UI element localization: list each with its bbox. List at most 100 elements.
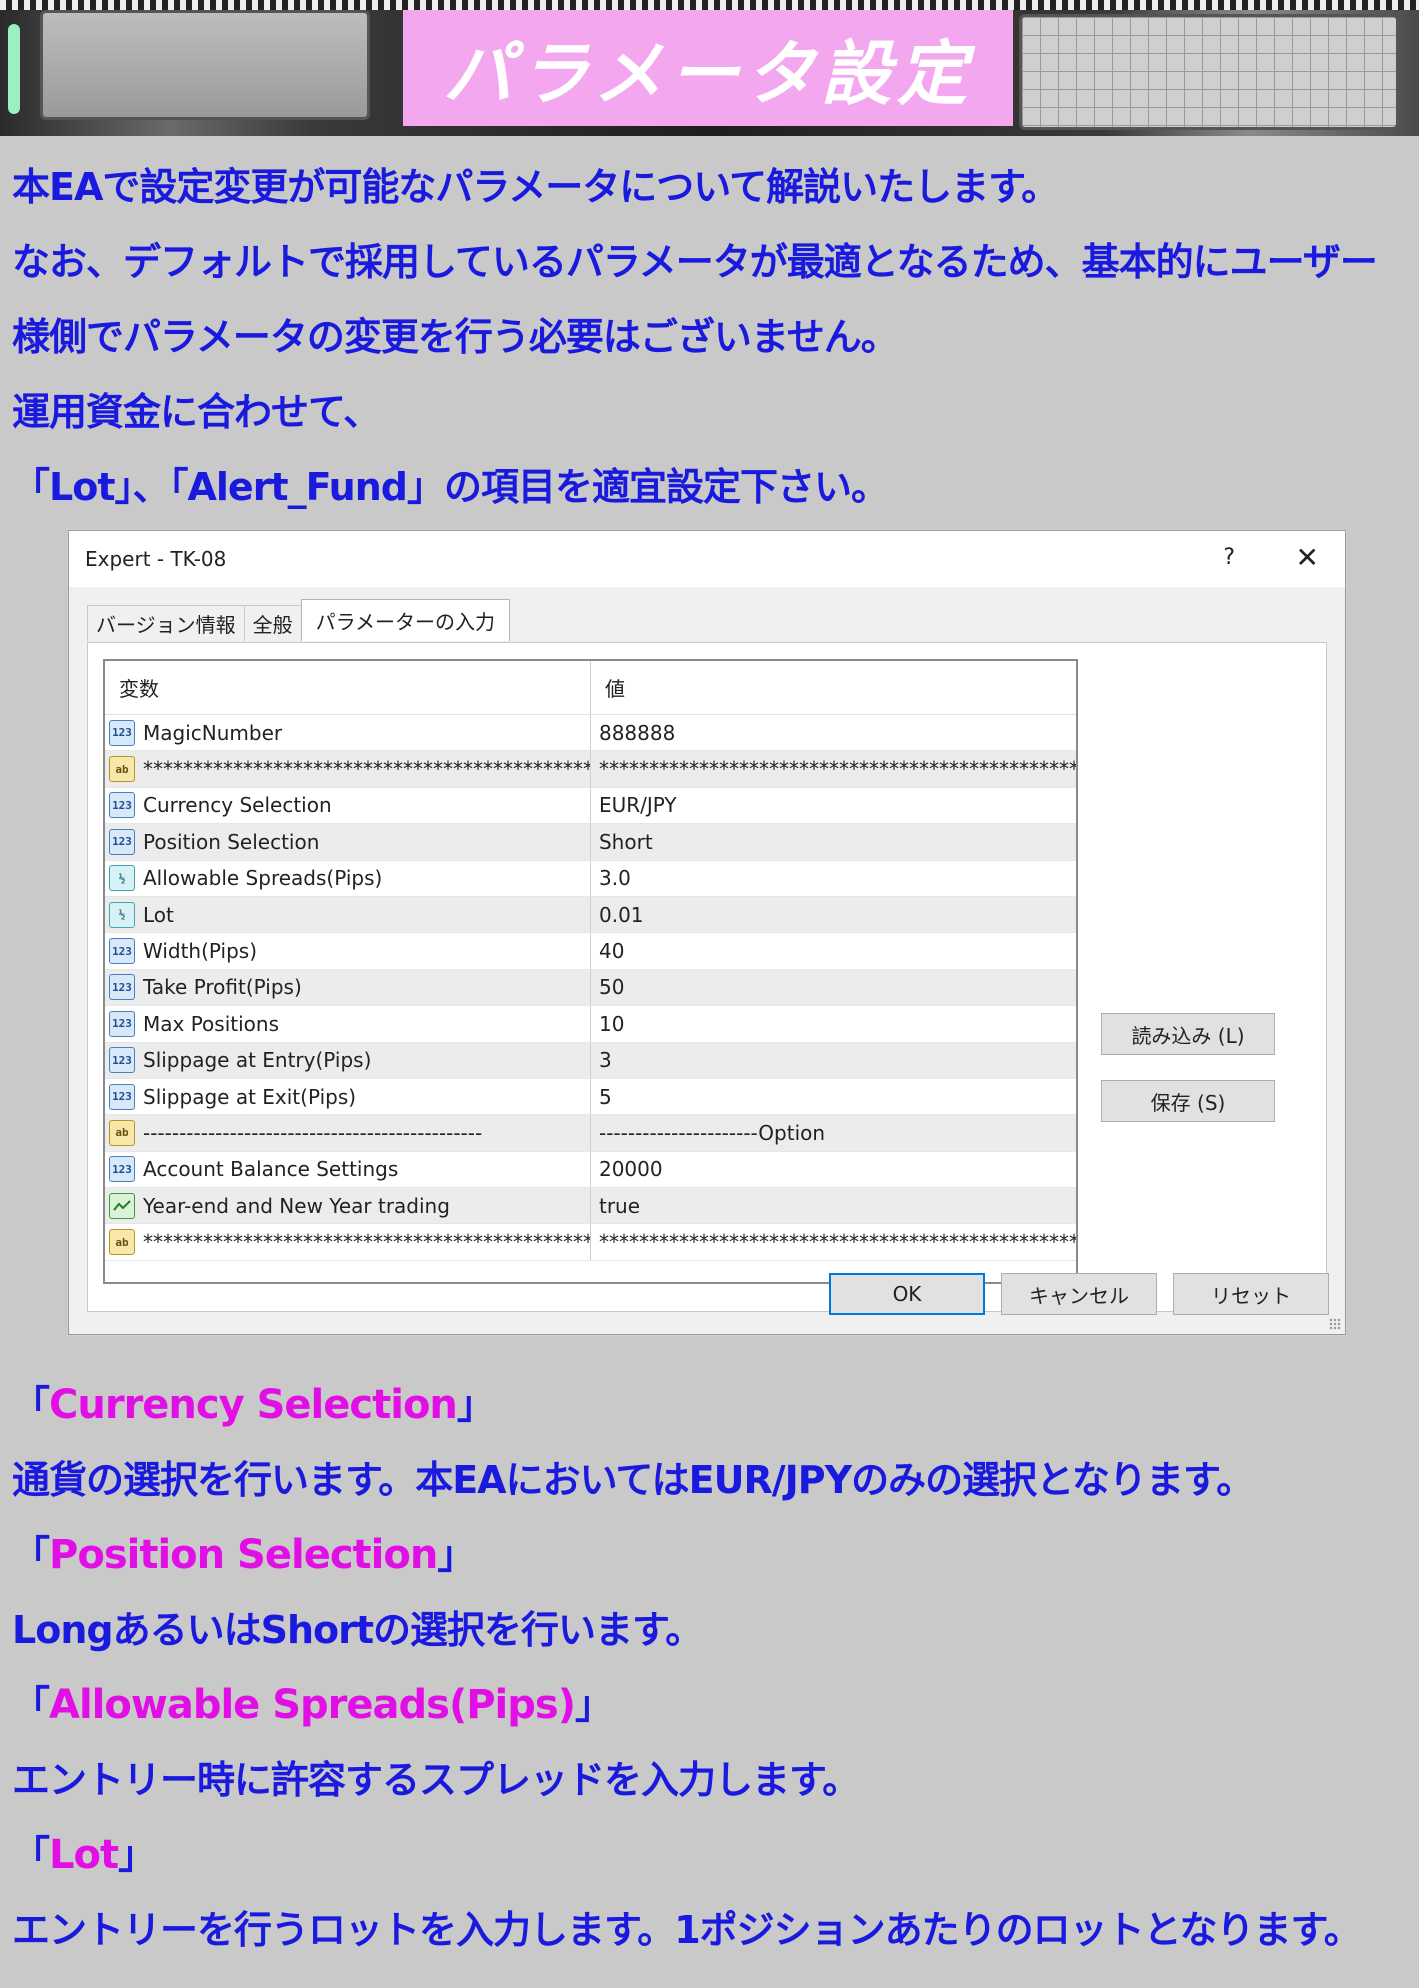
- tab-general[interactable]: 全般: [243, 605, 302, 641]
- help-icon[interactable]: ?: [1223, 545, 1235, 570]
- param-name: Max Positions: [143, 1011, 279, 1036]
- table-row[interactable]: 123 MagicNumber 888888: [105, 715, 1076, 752]
- double-type-icon: ½: [109, 901, 135, 928]
- integer-type-icon: 123: [109, 1010, 135, 1037]
- param-value-cell[interactable]: 3.0: [591, 861, 1076, 896]
- table-row[interactable]: ½ Lot 0.01: [105, 896, 1076, 934]
- param-value-cell[interactable]: 5: [591, 1079, 1076, 1114]
- tab-version-info[interactable]: バージョン情報: [87, 605, 245, 641]
- resize-grip-icon[interactable]: [1329, 1318, 1341, 1330]
- param-value-cell[interactable]: 3: [591, 1043, 1076, 1078]
- param-name-cell[interactable]: 123 Currency Selection: [105, 787, 591, 824]
- parameter-notes: 「Currency Selection」 通貨の選択を行います。本EAにおいては…: [12, 1368, 1412, 1968]
- param-name-cell[interactable]: Year-end and New Year trading: [105, 1188, 591, 1224]
- string-type-icon: ab: [109, 756, 135, 783]
- dialog-titlebar[interactable]: Expert - TK-08 ? ✕: [69, 531, 1345, 587]
- integer-type-icon: 123: [109, 1083, 135, 1110]
- param-name: ****************************************…: [143, 1230, 591, 1255]
- page-title: パラメータ設定: [403, 10, 1013, 126]
- integer-type-icon: 123: [109, 938, 135, 965]
- intro-line: 運用資金に合わせて、: [12, 390, 381, 434]
- param-value-cell[interactable]: ****************************************…: [591, 751, 1076, 786]
- param-name-cell[interactable]: 123 Max Positions: [105, 1006, 591, 1042]
- param-value-cell[interactable]: true: [591, 1188, 1076, 1223]
- param-name: Position Selection: [143, 829, 320, 854]
- table-row[interactable]: ab --------------------------------------…: [105, 1115, 1076, 1152]
- integer-type-icon: 123: [109, 828, 135, 855]
- column-header-value[interactable]: 値: [591, 661, 1076, 714]
- bool-type-icon: [109, 1192, 135, 1219]
- param-name-cell[interactable]: 123 Width(Pips): [105, 933, 591, 969]
- param-value-cell[interactable]: ----------------------Option: [591, 1115, 1076, 1150]
- note-body: エントリーを行うロットを入力します。1ポジションあたりのロットとなります。: [12, 1908, 1362, 1952]
- table-row[interactable]: 123 Position Selection Short: [105, 824, 1076, 861]
- table-row[interactable]: Year-end and New Year trading true: [105, 1188, 1076, 1225]
- table-row[interactable]: 123 Account Balance Settings 20000: [105, 1151, 1076, 1189]
- table-row[interactable]: 123 Take Profit(Pips) 50: [105, 969, 1076, 1007]
- expert-dialog: Expert - TK-08 ? ✕ バージョン情報 全般 パラメーターの入力 …: [68, 530, 1346, 1335]
- table-row[interactable]: ½ Allowable Spreads(Pips) 3.0: [105, 860, 1076, 897]
- intro-text: 本EAで設定変更が可能なパラメータについて解説いたします。 なお、デフォルトで採…: [12, 150, 1412, 525]
- integer-type-icon: 123: [109, 1156, 135, 1183]
- param-value-cell[interactable]: 40: [591, 933, 1076, 968]
- param-name: MagicNumber: [143, 720, 283, 745]
- param-name: Allowable Spreads(Pips): [143, 866, 383, 891]
- integer-type-icon: 123: [109, 719, 135, 746]
- param-value-cell[interactable]: 888888: [591, 715, 1076, 750]
- close-icon[interactable]: ✕: [1296, 541, 1319, 574]
- param-name-cell[interactable]: ½ Allowable Spreads(Pips): [105, 860, 591, 896]
- table-row[interactable]: ab **************************************…: [105, 751, 1076, 788]
- param-name: Account Balance Settings: [143, 1157, 399, 1182]
- param-name-cell[interactable]: ½ Lot: [105, 896, 591, 933]
- note-heading: 「Lot」: [12, 1832, 156, 1878]
- table-row[interactable]: 123 Max Positions 10: [105, 1006, 1076, 1043]
- param-name-cell[interactable]: ab **************************************…: [105, 1224, 591, 1260]
- table-row[interactable]: 123 Width(Pips) 40: [105, 933, 1076, 970]
- table-row[interactable]: 123 Slippage at Entry(Pips) 3: [105, 1042, 1076, 1079]
- param-value-cell[interactable]: ****************************************…: [591, 1224, 1076, 1259]
- string-type-icon: ab: [109, 1229, 135, 1256]
- string-type-icon: ab: [109, 1119, 135, 1146]
- param-name-cell[interactable]: 123 Slippage at Exit(Pips): [105, 1078, 591, 1115]
- param-value-cell[interactable]: 0.01: [591, 897, 1076, 932]
- dialog-tabs: バージョン情報 全般 パラメーターの入力: [87, 599, 511, 641]
- table-row[interactable]: 123 Slippage at Exit(Pips) 5: [105, 1078, 1076, 1116]
- tab-parameters[interactable]: パラメーターの入力: [300, 599, 511, 641]
- param-value-cell[interactable]: EUR/JPY: [591, 788, 1076, 823]
- load-button[interactable]: 読み込み (L): [1101, 1013, 1275, 1055]
- table-row[interactable]: 123 Currency Selection EUR/JPY: [105, 787, 1076, 825]
- table-row[interactable]: ab **************************************…: [105, 1224, 1076, 1261]
- cancel-button[interactable]: キャンセル: [1001, 1273, 1157, 1315]
- param-name: Slippage at Exit(Pips): [143, 1084, 357, 1109]
- param-name-cell[interactable]: 123 MagicNumber: [105, 715, 591, 751]
- intro-line: 本EAで設定変更が可能なパラメータについて解説いたします。: [12, 165, 1059, 209]
- header-banner: パラメータ設定: [0, 0, 1419, 136]
- ok-button[interactable]: OK: [829, 1273, 985, 1315]
- note-heading: 「Currency Selection」: [12, 1382, 495, 1428]
- param-value-cell[interactable]: 20000: [591, 1152, 1076, 1187]
- param-name-cell[interactable]: 123 Account Balance Settings: [105, 1151, 591, 1188]
- param-name: Slippage at Entry(Pips): [143, 1048, 372, 1073]
- param-name: Year-end and New Year trading: [143, 1193, 450, 1218]
- integer-type-icon: 123: [109, 974, 135, 1001]
- param-value-cell[interactable]: 50: [591, 970, 1076, 1005]
- intro-line: 「Lot」、「Alert_Fund」の項目を適宜設定下さい。: [12, 465, 889, 509]
- param-name-cell[interactable]: 123 Take Profit(Pips): [105, 969, 591, 1006]
- note-heading-text: Allowable Spreads(Pips): [49, 1682, 576, 1728]
- param-name-cell[interactable]: 123 Position Selection: [105, 824, 591, 860]
- reset-button[interactable]: リセット: [1173, 1273, 1329, 1315]
- note-heading: 「Allowable Spreads(Pips)」: [12, 1682, 613, 1728]
- param-value-cell[interactable]: 10: [591, 1006, 1076, 1041]
- save-button[interactable]: 保存 (S): [1101, 1080, 1275, 1122]
- param-name-cell[interactable]: ab --------------------------------------…: [105, 1115, 591, 1151]
- column-header-variable[interactable]: 変数: [105, 661, 591, 714]
- note-heading-text: Lot: [49, 1832, 119, 1878]
- integer-type-icon: 123: [109, 1047, 135, 1074]
- param-name: Lot: [143, 902, 174, 927]
- banner-stripe: [0, 0, 1419, 10]
- param-name-cell[interactable]: 123 Slippage at Entry(Pips): [105, 1042, 591, 1078]
- grid-header: 変数 値: [105, 661, 1076, 715]
- param-value-cell[interactable]: Short: [591, 824, 1076, 859]
- param-name: Take Profit(Pips): [143, 975, 302, 1000]
- param-name-cell[interactable]: ab **************************************…: [105, 751, 591, 787]
